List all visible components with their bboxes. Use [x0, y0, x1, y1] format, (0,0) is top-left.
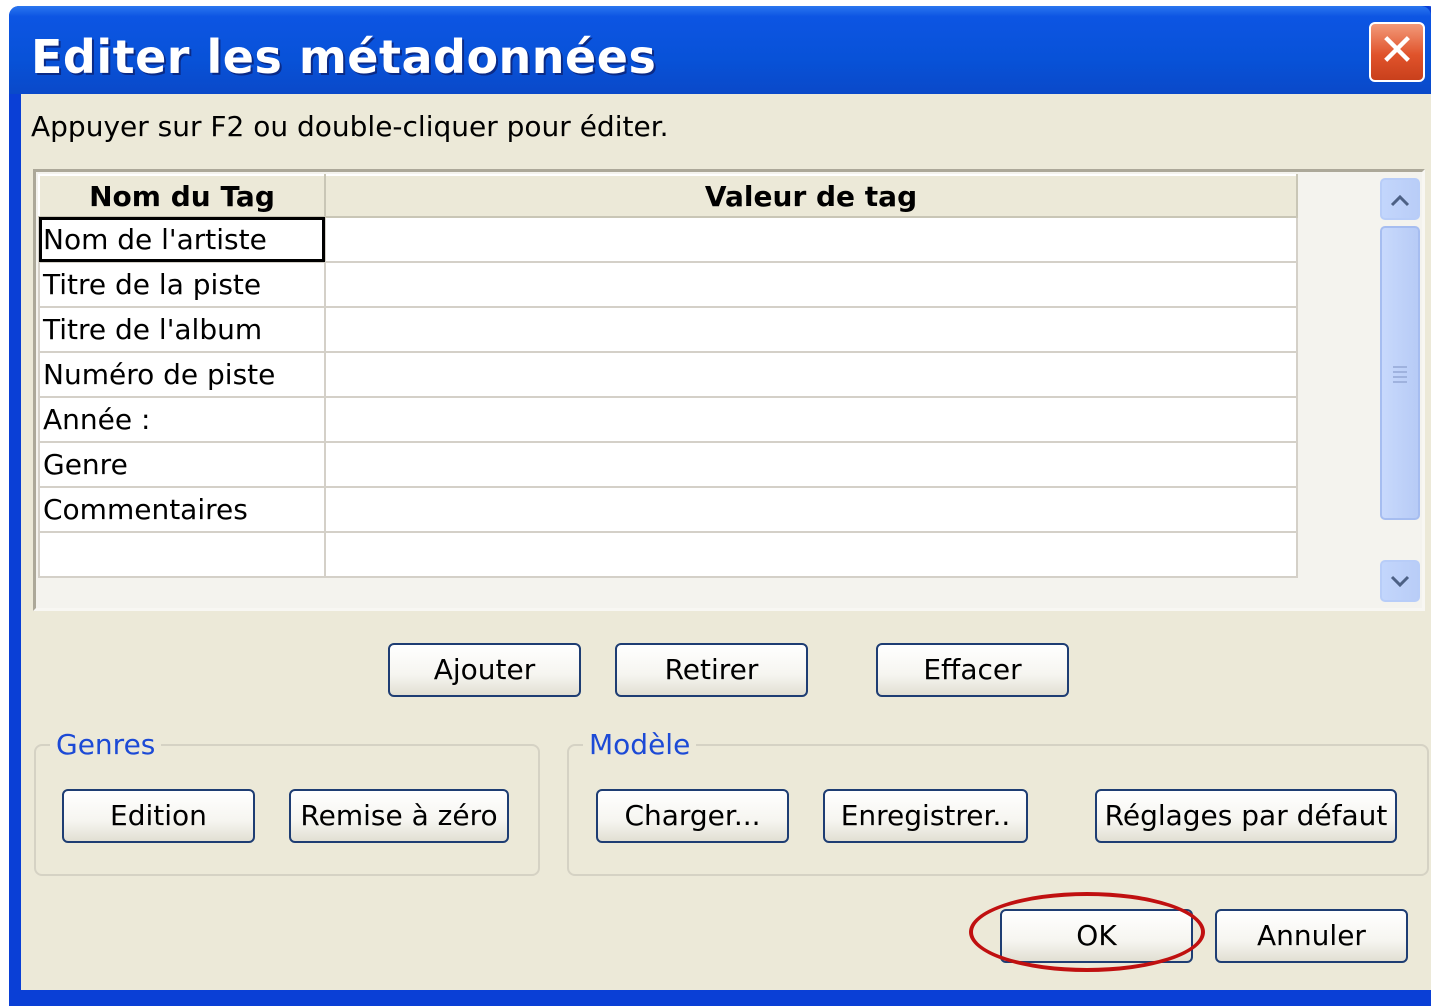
tag-value-cell[interactable]	[324, 531, 1298, 578]
tag-value-cell[interactable]	[324, 306, 1298, 353]
tag-name-cell[interactable]	[38, 531, 326, 578]
table-row[interactable]: Numéro de piste	[38, 351, 1298, 398]
column-header-tag-name[interactable]: Nom du Tag	[38, 174, 326, 218]
clear-button[interactable]: Effacer	[876, 643, 1069, 697]
title-bar[interactable]: Editer les métadonnées	[9, 6, 1431, 94]
tag-name-cell[interactable]: Titre de l'album	[38, 306, 326, 353]
table-row[interactable]	[38, 531, 1298, 578]
save-model-button[interactable]: Enregistrer..	[823, 789, 1028, 843]
instruction-text: Appuyer sur F2 ou double-cliquer pour éd…	[31, 110, 669, 143]
add-button[interactable]: Ajouter	[388, 643, 581, 697]
table-row[interactable]: Année :	[38, 396, 1298, 443]
table-row[interactable]: Titre de la piste	[38, 261, 1298, 308]
tag-value-cell[interactable]	[324, 441, 1298, 488]
chevron-down-icon	[1390, 575, 1410, 588]
table-row[interactable]: Commentaires	[38, 486, 1298, 533]
metadata-grid: Nom du Tag Valeur de tag Nom de l'artist…	[33, 169, 1425, 611]
scroll-thumb[interactable]	[1380, 226, 1420, 520]
tag-name-cell[interactable]: Genre	[38, 441, 326, 488]
cancel-button[interactable]: Annuler	[1215, 909, 1408, 963]
metadata-table: Nom du Tag Valeur de tag Nom de l'artist…	[38, 174, 1298, 578]
reset-genres-button[interactable]: Remise à zéro	[289, 789, 509, 843]
scroll-up-button[interactable]	[1380, 178, 1420, 220]
chevron-up-icon	[1390, 194, 1410, 207]
ok-button[interactable]: OK	[1000, 909, 1193, 963]
window-title: Editer les métadonnées	[31, 30, 657, 84]
tag-value-cell[interactable]	[324, 261, 1298, 308]
vertical-scrollbar[interactable]	[1377, 174, 1422, 606]
tag-name-cell[interactable]: Titre de la piste	[38, 261, 326, 308]
edit-genres-button[interactable]: Edition	[62, 789, 255, 843]
remove-button[interactable]: Retirer	[615, 643, 808, 697]
tag-value-cell[interactable]	[324, 396, 1298, 443]
tag-value-cell[interactable]	[324, 216, 1298, 263]
tag-name-cell[interactable]: Numéro de piste	[38, 351, 326, 398]
load-model-button[interactable]: Charger...	[596, 789, 789, 843]
model-legend: Modèle	[589, 728, 691, 761]
column-header-tag-value[interactable]: Valeur de tag	[324, 174, 1298, 218]
tag-value-cell[interactable]	[324, 486, 1298, 533]
dialog-body: Appuyer sur F2 ou double-cliquer pour éd…	[21, 94, 1431, 990]
grip-icon	[1393, 366, 1407, 383]
genres-legend: Genres	[56, 728, 156, 761]
tag-value-cell[interactable]	[324, 351, 1298, 398]
default-settings-button[interactable]: Réglages par défaut	[1095, 789, 1397, 843]
table-row[interactable]: Titre de l'album	[38, 306, 1298, 353]
tag-name-cell[interactable]: Nom de l'artiste	[38, 216, 326, 263]
tag-name-cell[interactable]: Commentaires	[38, 486, 326, 533]
table-row[interactable]: Nom de l'artiste	[38, 216, 1298, 263]
close-icon[interactable]: ✕	[1369, 22, 1425, 82]
tag-name-cell[interactable]: Année :	[38, 396, 326, 443]
scroll-down-button[interactable]	[1380, 560, 1420, 602]
table-row[interactable]: Genre	[38, 441, 1298, 488]
